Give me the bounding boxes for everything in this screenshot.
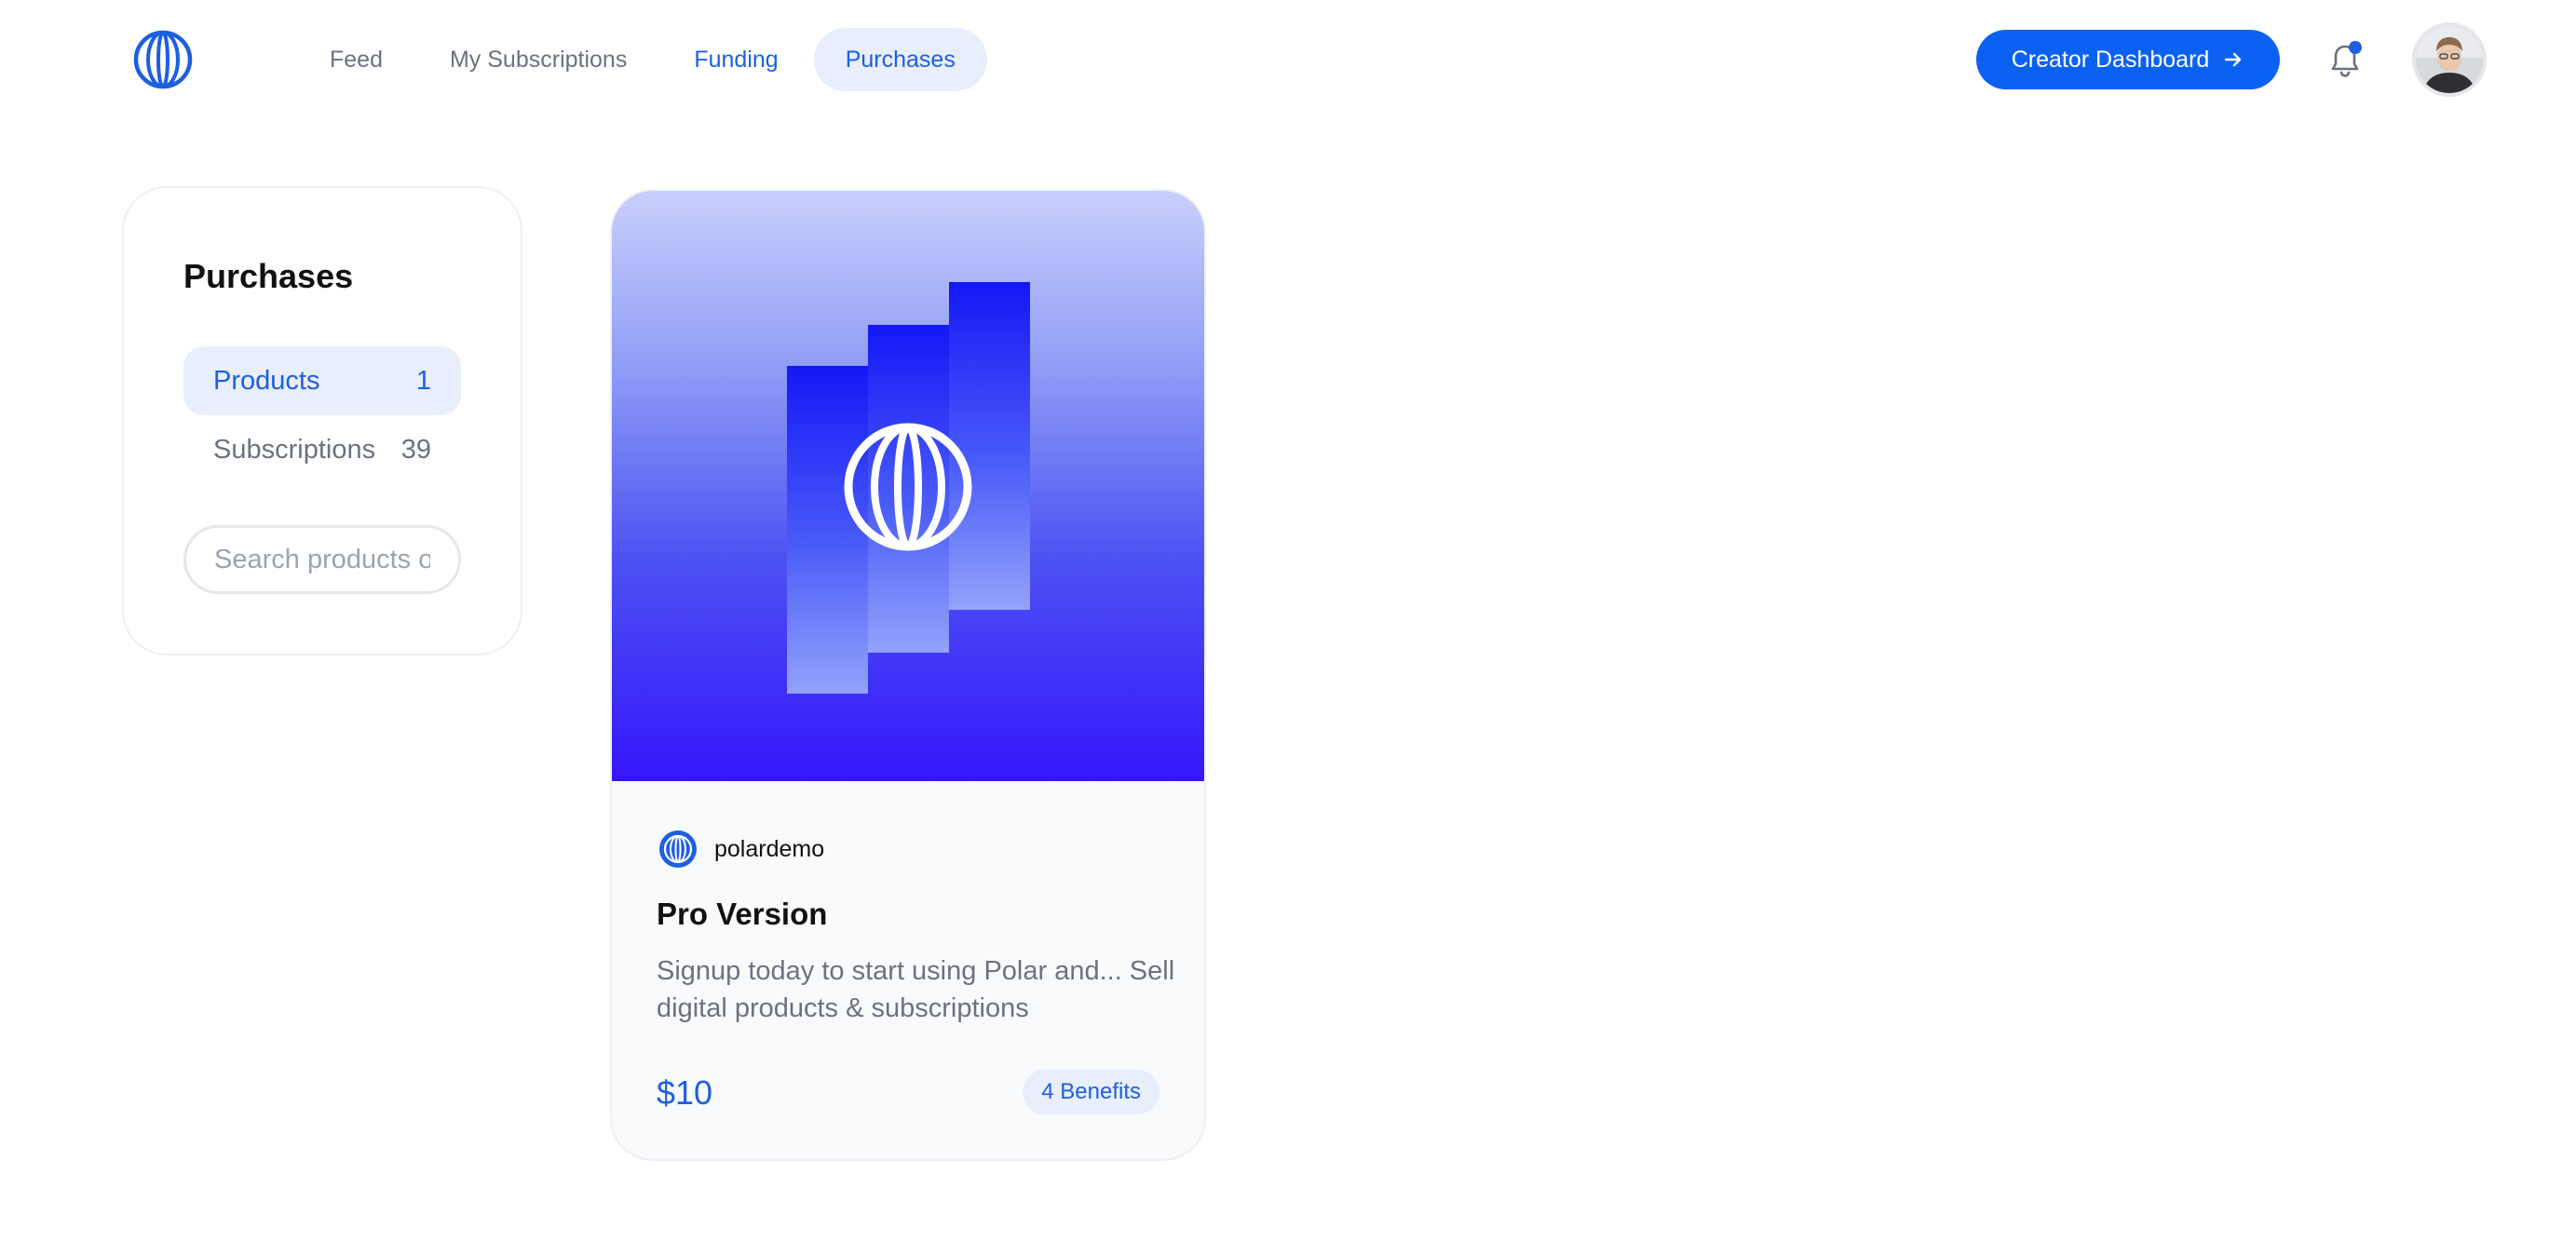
nav-my-subscriptions[interactable]: My Subscriptions — [418, 28, 658, 91]
product-cover-image — [612, 191, 1204, 781]
arrow-right-icon — [2225, 52, 2242, 67]
sidebar-item-count: 39 — [400, 434, 431, 465]
search-input[interactable] — [183, 525, 461, 594]
sidebar-item-label: Subscriptions — [213, 434, 376, 465]
sidebar-item-subscriptions[interactable]: Subscriptions 39 — [183, 415, 461, 484]
product-description: Signup today to start using Polar and...… — [657, 956, 1175, 1023]
polar-logo-icon[interactable] — [133, 30, 193, 89]
nav-purchases[interactable]: Purchases — [813, 28, 987, 91]
product-price: $10 — [657, 1073, 713, 1112]
sidebar-title: Purchases — [183, 257, 354, 295]
product-title: Pro Version — [657, 897, 828, 931]
polardemo-avatar-icon — [659, 830, 697, 868]
nav-feed[interactable]: Feed — [298, 28, 414, 91]
org-name: polardemo — [714, 835, 825, 862]
product-cover-art — [787, 282, 1030, 694]
avatar[interactable] — [2412, 22, 2487, 97]
product-card[interactable]: polardemo Pro Version Signup today to st… — [610, 189, 1206, 1161]
notification-dot — [2349, 41, 2362, 54]
purchases-sidebar: Purchases Products 1 Subscriptions 39 — [122, 186, 522, 655]
creator-dashboard-button[interactable]: Creator Dashboard — [1976, 30, 2280, 89]
benefits-badge: 4 Benefits — [1023, 1070, 1159, 1114]
top-bar: Feed My Subscriptions Funding Purchases … — [0, 0, 2576, 119]
sidebar-item-products[interactable]: Products 1 — [183, 346, 461, 415]
nav-funding[interactable]: Funding — [662, 28, 809, 91]
product-org: polardemo — [658, 830, 824, 869]
sidebar-item-label: Products — [213, 365, 320, 396]
notifications-button[interactable] — [2326, 41, 2364, 80]
user-photo-icon — [2416, 26, 2483, 93]
sidebar-item-count: 1 — [415, 365, 431, 396]
creator-dashboard-label: Creator Dashboard — [2011, 46, 2210, 73]
main-nav: Feed My Subscriptions Funding Purchases — [298, 28, 987, 91]
